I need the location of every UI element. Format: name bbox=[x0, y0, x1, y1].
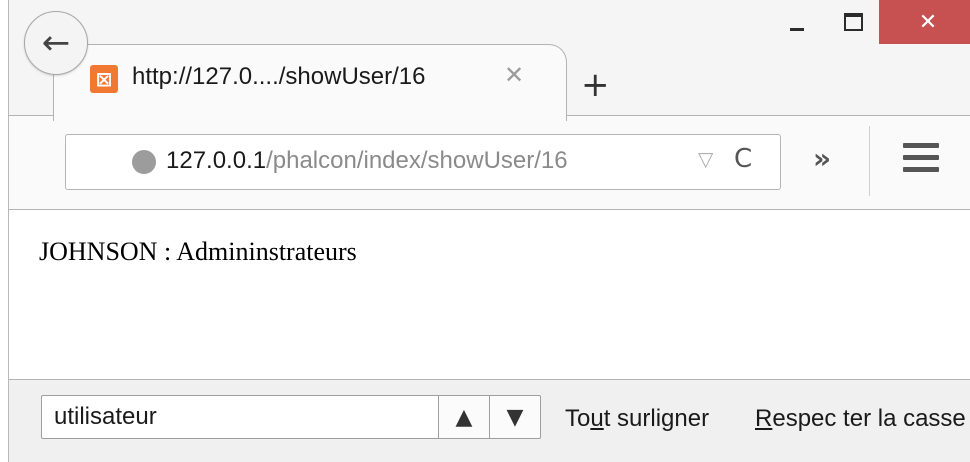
page-content: JOHNSON : Admininstrateurs bbox=[8, 209, 970, 379]
find-next-button[interactable]: ▼ bbox=[489, 395, 541, 439]
maximize-button[interactable] bbox=[827, 0, 879, 44]
tab-close-icon[interactable]: ✕ bbox=[504, 61, 524, 89]
new-tab-button[interactable]: + bbox=[581, 68, 610, 102]
tab-title: http://127.0..../showUser/16 bbox=[132, 63, 426, 90]
favicon-icon: ⊠ bbox=[90, 65, 118, 93]
minimize-icon bbox=[790, 27, 804, 31]
history-dropdown-icon[interactable]: ▽ bbox=[698, 147, 713, 171]
toolbar-divider bbox=[869, 126, 870, 196]
close-window-button[interactable]: ✕ bbox=[879, 0, 970, 44]
url-text[interactable]: 127.0.0.1/phalcon/index/showUser/16 bbox=[166, 147, 568, 175]
find-previous-button[interactable]: ▲ bbox=[438, 395, 490, 439]
toolbar-overflow-icon[interactable]: » bbox=[813, 142, 831, 175]
back-button[interactable]: ← bbox=[24, 11, 88, 75]
url-host: 127.0.0.1 bbox=[166, 147, 267, 174]
highlight-all-button[interactable]: Tout surligner bbox=[565, 405, 709, 433]
find-input[interactable]: utilisateur bbox=[41, 395, 439, 439]
close-icon: ✕ bbox=[918, 9, 938, 35]
url-bar[interactable]: 127.0.0.1/phalcon/index/showUser/16 ▽ C bbox=[65, 134, 781, 190]
minimize-button[interactable] bbox=[767, 0, 827, 44]
page-text: JOHNSON : Admininstrateurs bbox=[39, 237, 357, 266]
chevron-up-icon: ▲ bbox=[455, 404, 473, 430]
maximize-icon bbox=[843, 13, 863, 31]
browser-window: ✕ ⊠ http://127.0..../showUser/16 ✕ + ← 1… bbox=[0, 0, 970, 462]
back-arrow-icon: ← bbox=[41, 23, 71, 63]
reload-icon[interactable]: C bbox=[734, 144, 752, 174]
chevron-down-icon: ▼ bbox=[506, 404, 524, 430]
navigation-toolbar: 127.0.0.1/phalcon/index/showUser/16 ▽ C … bbox=[8, 115, 970, 210]
globe-icon bbox=[132, 150, 156, 174]
title-bar: ✕ ⊠ http://127.0..../showUser/16 ✕ + bbox=[8, 0, 970, 121]
tab-active[interactable]: ⊠ http://127.0..../showUser/16 ✕ bbox=[53, 44, 567, 121]
find-bar: utilisateur ▲ ▼ Tout surligner Respec te… bbox=[8, 379, 970, 462]
match-case-button[interactable]: Respec ter la casse bbox=[755, 405, 966, 433]
hamburger-menu-icon[interactable] bbox=[903, 143, 939, 179]
url-path: /phalcon/index/showUser/16 bbox=[266, 147, 568, 174]
